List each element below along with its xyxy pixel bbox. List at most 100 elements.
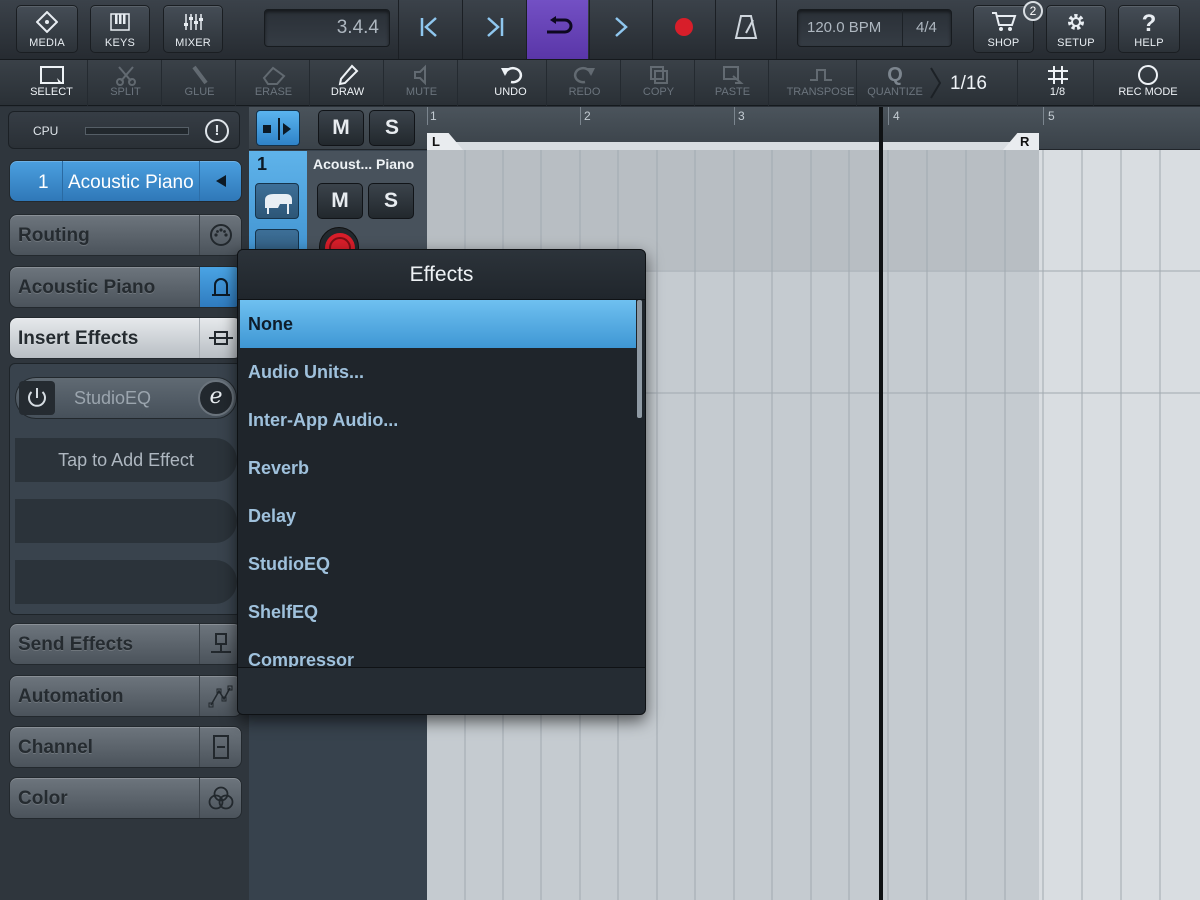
play-icon xyxy=(611,15,631,44)
paste-button[interactable]: PASTE xyxy=(697,60,769,106)
automation-button[interactable]: Automation xyxy=(9,675,242,717)
color-circles-icon xyxy=(199,778,241,818)
effect-option-inter-app-audio[interactable]: Inter-App Audio... xyxy=(240,396,636,444)
question-mark-icon: ? xyxy=(1141,10,1157,37)
effect-option-none[interactable]: None xyxy=(240,300,636,348)
help-button[interactable]: ? HELP xyxy=(1118,5,1180,53)
automation-curve-icon xyxy=(199,676,241,716)
copy-icon xyxy=(623,60,694,86)
undo-arrow-icon xyxy=(475,60,546,86)
insert-slot-studioeq[interactable]: StudioEQ e xyxy=(15,377,237,419)
split-tool[interactable]: SPLIT xyxy=(90,60,162,106)
channel-button[interactable]: Channel xyxy=(9,726,242,768)
select-tool[interactable]: SELECT xyxy=(16,60,88,106)
insert-effects-header[interactable]: Insert Effects xyxy=(9,317,242,359)
effects-list-scrollbar[interactable] xyxy=(637,300,642,418)
color-button[interactable]: Color xyxy=(9,777,242,819)
mixer-icon xyxy=(164,11,222,37)
track-selector-divider xyxy=(62,161,63,201)
eraser-icon xyxy=(238,60,309,86)
rec-mode-button[interactable]: REC MODE xyxy=(1110,60,1186,106)
channel-strip-icon xyxy=(199,727,241,767)
instrument-bell-icon xyxy=(199,267,241,307)
quantize-value[interactable]: 1/16 xyxy=(930,60,1018,106)
grid-button[interactable]: 1/8 xyxy=(1022,60,1094,106)
tool-toolbar: SELECT SPLIT GLUE ERASE DRAW MUTE UNDO R… xyxy=(0,60,1200,106)
global-mute-button[interactable]: M xyxy=(318,110,364,146)
effect-option-audio-units[interactable]: Audio Units... xyxy=(240,348,636,396)
effect-option-shelfeq[interactable]: ShelfEQ xyxy=(240,588,636,636)
scissors-icon xyxy=(90,60,161,86)
piano-icon xyxy=(255,183,299,219)
play-button[interactable] xyxy=(589,0,651,59)
insert-slots: StudioEQ e Tap to Add Effect xyxy=(9,363,242,615)
timeline-ruler[interactable]: 1 2 3 4 5 L R xyxy=(427,107,1200,150)
skip-to-end-icon xyxy=(482,15,506,44)
add-effect-slot[interactable]: Tap to Add Effect xyxy=(15,438,237,482)
collapse-triangle-icon xyxy=(199,161,241,201)
inspector-panel: CPU ! 1 Acoustic Piano Routing Acoustic … xyxy=(0,107,249,900)
glue-icon xyxy=(164,60,235,86)
effect-option-studioeq[interactable]: StudioEQ xyxy=(240,540,636,588)
mixer-button[interactable]: MIXER xyxy=(163,5,223,53)
quantize-button[interactable]: Q QUANTIZE xyxy=(859,60,931,106)
media-button[interactable]: MEDIA xyxy=(16,5,78,53)
effect-option-reverb[interactable]: Reverb xyxy=(240,444,636,492)
top-toolbar: MEDIA KEYS MIXER 3.4.4 120.0 BPM 4/4 SHO… xyxy=(0,0,1200,60)
empty-effect-slot[interactable] xyxy=(15,560,237,604)
setup-button[interactable]: SETUP xyxy=(1046,5,1106,53)
ruler-bar-number: 4 xyxy=(893,109,900,123)
instrument-button[interactable]: Acoustic Piano xyxy=(9,266,242,308)
power-icon[interactable] xyxy=(19,381,55,415)
midi-port-icon xyxy=(199,215,241,255)
loop-range-bar[interactable] xyxy=(427,142,1039,150)
erase-tool[interactable]: ERASE xyxy=(238,60,310,106)
edit-effect-button[interactable]: e xyxy=(198,380,234,416)
skip-to-start-icon xyxy=(418,15,442,44)
track-selector[interactable]: 1 Acoustic Piano xyxy=(9,160,242,202)
track-mute-button[interactable]: M xyxy=(317,183,363,219)
redo-button[interactable]: REDO xyxy=(549,60,621,106)
track-solo-button[interactable]: S xyxy=(368,183,414,219)
global-solo-button[interactable]: S xyxy=(369,110,415,146)
fit-tracks-button[interactable] xyxy=(256,110,300,146)
send-effects-button[interactable]: Send Effects xyxy=(9,623,242,665)
empty-effect-slot[interactable] xyxy=(15,499,237,543)
chevron-right-icon xyxy=(930,67,942,99)
ruler-bar-number: 5 xyxy=(1048,109,1055,123)
playhead-cursor[interactable] xyxy=(879,107,883,900)
media-icon xyxy=(17,10,77,37)
tempo-display[interactable]: 120.0 BPM 4/4 xyxy=(797,9,952,47)
undo-button[interactable]: UNDO xyxy=(475,60,547,106)
select-rectangle-icon xyxy=(16,60,87,86)
glue-tool[interactable]: GLUE xyxy=(164,60,236,106)
mute-tool[interactable]: MUTE xyxy=(386,60,458,106)
cpu-bar xyxy=(85,127,189,135)
shop-badge: 2 xyxy=(1023,1,1043,21)
effects-popup-title: Effects xyxy=(238,250,645,300)
cycle-button[interactable] xyxy=(526,0,588,59)
ruler-bar-number: 3 xyxy=(738,109,745,123)
effects-list[interactable]: None Audio Units... Inter-App Audio... R… xyxy=(240,300,636,668)
loop-icon xyxy=(541,15,575,44)
effects-popup: Effects None Audio Units... Inter-App Au… xyxy=(237,249,646,715)
record-button[interactable] xyxy=(652,0,714,59)
effect-option-delay[interactable]: Delay xyxy=(240,492,636,540)
rewind-to-start-button[interactable] xyxy=(398,0,460,59)
skip-to-end-button[interactable] xyxy=(462,0,524,59)
effect-option-compressor[interactable]: Compressor xyxy=(240,636,636,668)
track-list-header: M S xyxy=(249,107,427,150)
alert-icon[interactable]: ! xyxy=(205,119,229,143)
paste-icon xyxy=(697,60,768,86)
copy-button[interactable]: COPY xyxy=(623,60,695,106)
metronome-button[interactable] xyxy=(715,0,777,59)
routing-button[interactable]: Routing xyxy=(9,214,242,256)
pencil-icon xyxy=(312,60,383,86)
transpose-button[interactable]: TRANSPOSE xyxy=(785,60,857,106)
ruler-bar-number: 2 xyxy=(584,109,591,123)
draw-tool[interactable]: DRAW xyxy=(312,60,384,106)
position-display[interactable]: 3.4.4 xyxy=(264,9,390,47)
send-icon xyxy=(199,624,241,664)
keys-button[interactable]: KEYS xyxy=(90,5,150,53)
transpose-icon xyxy=(785,60,856,86)
